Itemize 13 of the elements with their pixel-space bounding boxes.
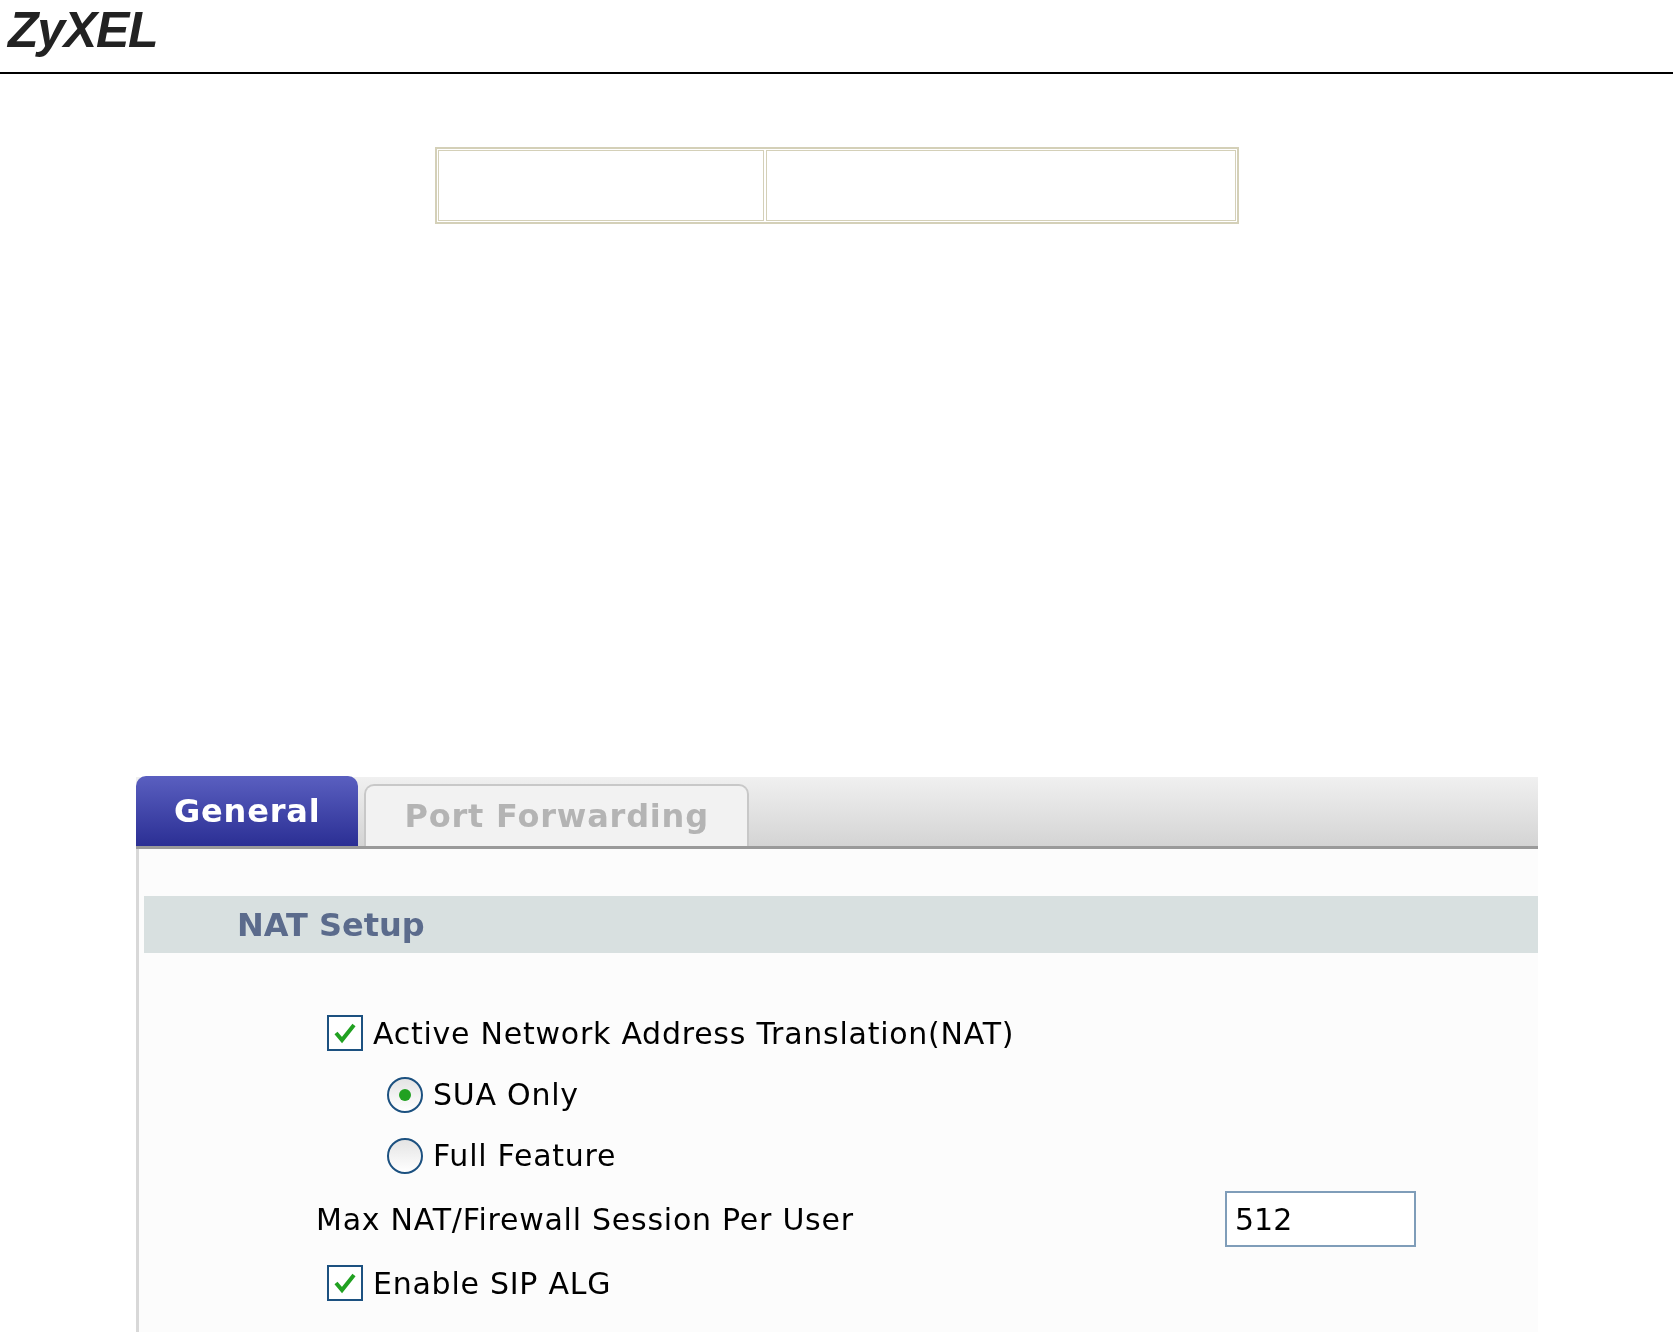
- option-label: Max NAT/Firewall Session Per User: [316, 1200, 855, 1239]
- option-label: Full Feature: [433, 1137, 617, 1175]
- logo: ZyXEL: [8, 1, 158, 60]
- tab[interactable]: General: [136, 776, 359, 846]
- option-label: Active Network Address Translation(NAT): [373, 1014, 1015, 1053]
- checkbox[interactable]: [327, 1265, 363, 1301]
- radio-button[interactable]: [387, 1137, 423, 1174]
- section-title: NAT Setup: [237, 904, 425, 946]
- radio-button[interactable]: [387, 1076, 423, 1113]
- input-field[interactable]: 512: [1225, 1191, 1416, 1247]
- option-label: Enable SIP ALG: [373, 1264, 612, 1303]
- option-label: SUA Only: [433, 1076, 579, 1114]
- checkbox[interactable]: [327, 1015, 363, 1051]
